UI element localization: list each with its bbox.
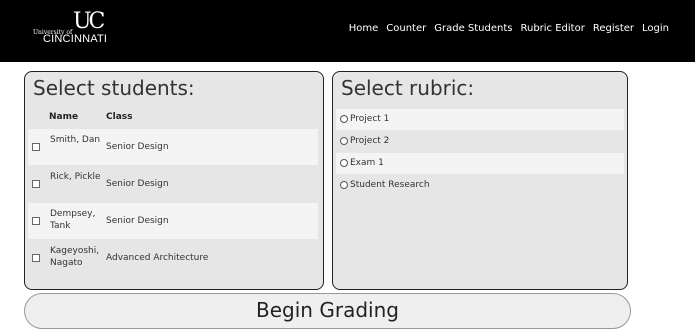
student-row[interactable]: Dempsey, Tank Senior Design — [28, 203, 318, 239]
rubric-radio[interactable] — [340, 159, 348, 167]
student-class: Senior Design — [106, 179, 169, 189]
uc-logo[interactable]: UC University of CINCINNATI — [33, 11, 123, 49]
nav-links: Home Counter Grade Students Rubric Edito… — [349, 23, 669, 34]
rubric-option[interactable]: Exam 1 — [336, 153, 624, 174]
nav-login[interactable]: Login — [642, 23, 669, 34]
student-name: Smith, Dan — [50, 135, 101, 145]
header-class: Class — [106, 112, 133, 122]
rubric-option[interactable]: Project 1 — [336, 109, 624, 130]
student-checkbox[interactable] — [32, 254, 40, 262]
students-panel-title: Select students: — [33, 76, 195, 100]
students-table-header: Name Class — [33, 112, 321, 126]
rubric-label: Exam 1 — [350, 158, 384, 168]
header-name: Name — [49, 112, 79, 122]
rubric-label: Project 2 — [350, 136, 390, 146]
student-name: Kageyoshi, Nagato — [50, 246, 100, 268]
student-checkbox[interactable] — [32, 180, 40, 188]
uc-mark-icon: UC — [73, 9, 105, 34]
nav-grade-students[interactable]: Grade Students — [434, 23, 512, 34]
rubric-panel: Select rubric: Project 1 Project 2 Exam … — [332, 71, 628, 290]
rubric-option[interactable]: Student Research — [336, 175, 624, 196]
student-row[interactable]: Smith, Dan Senior Design — [28, 129, 318, 165]
student-class: Senior Design — [106, 216, 169, 226]
navbar: UC University of CINCINNATI Home Counter… — [0, 0, 695, 62]
student-class: Advanced Architecture — [106, 253, 209, 263]
students-panel: Select students: Name Class Smith, Dan S… — [24, 71, 324, 290]
logo-cincinnati-text: CINCINNATI — [43, 33, 108, 45]
rubric-panel-title: Select rubric: — [341, 76, 475, 100]
rubric-radio[interactable] — [340, 137, 348, 145]
student-name: Rick, Pickle — [50, 172, 101, 182]
nav-rubric-editor[interactable]: Rubric Editor — [520, 23, 584, 34]
rubric-label: Project 1 — [350, 114, 390, 124]
rubric-radio[interactable] — [340, 181, 348, 189]
nav-counter[interactable]: Counter — [386, 23, 426, 34]
student-row[interactable]: Kageyoshi, Nagato Advanced Architecture — [28, 240, 318, 276]
student-row[interactable]: Rick, Pickle Senior Design — [28, 166, 318, 202]
student-name: Dempsey, Tank — [50, 209, 96, 231]
student-checkbox[interactable] — [32, 143, 40, 151]
nav-home[interactable]: Home — [349, 23, 379, 34]
rubric-radio[interactable] — [340, 115, 348, 123]
rubric-label: Student Research — [350, 180, 430, 190]
student-checkbox[interactable] — [32, 217, 40, 225]
begin-grading-button[interactable]: Begin Grading — [24, 293, 631, 329]
rubric-option[interactable]: Project 2 — [336, 131, 624, 152]
nav-register[interactable]: Register — [593, 23, 634, 34]
student-class: Senior Design — [106, 142, 169, 152]
